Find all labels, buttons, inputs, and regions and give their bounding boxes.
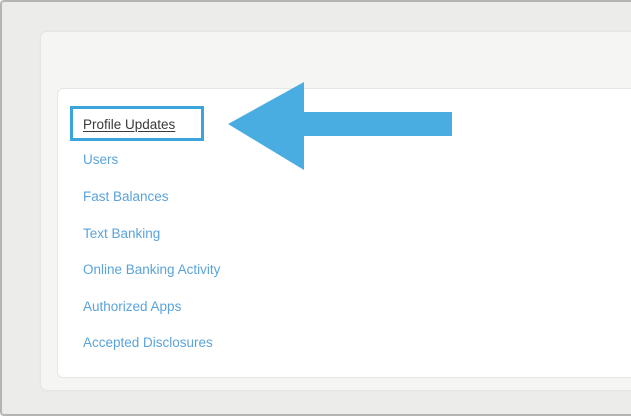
nav-link-fast-balances[interactable]: Fast Balances [83, 187, 169, 207]
nav-link-online-banking-activity[interactable]: Online Banking Activity [83, 260, 220, 280]
highlight-box [70, 106, 204, 141]
nav-link-text-banking[interactable]: Text Banking [83, 224, 160, 244]
nav-link-accepted-disclosures[interactable]: Accepted Disclosures [83, 333, 213, 353]
nav-link-users[interactable]: Users [83, 150, 118, 170]
pointer-arrow-icon [228, 82, 452, 170]
nav-link-authorized-apps[interactable]: Authorized Apps [83, 297, 181, 317]
